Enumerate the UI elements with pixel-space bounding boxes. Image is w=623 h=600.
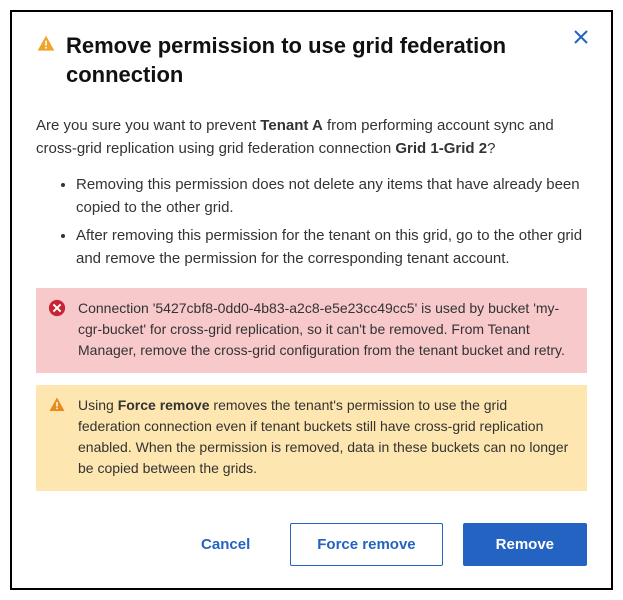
warning-prefix: Using	[78, 397, 118, 413]
warning-triangle-icon	[36, 34, 56, 59]
confirm-tenant: Tenant A	[260, 117, 323, 134]
dialog-title: Remove permission to use grid federation…	[66, 32, 557, 89]
info-bullets: Removing this permission does not delete…	[36, 174, 587, 270]
confirm-prefix: Are you sure you want to prevent	[36, 117, 260, 134]
close-icon	[573, 29, 589, 48]
warning-alert: Using Force remove removes the tenant's …	[36, 385, 587, 491]
remove-permission-dialog: Remove permission to use grid federation…	[10, 10, 613, 590]
error-alert-text: Connection '5427cbf8-0dd0-4b83-a2c8-e5e2…	[78, 298, 573, 361]
confirm-text: Are you sure you want to prevent Tenant …	[36, 115, 587, 160]
list-item: After removing this permission for the t…	[76, 225, 587, 270]
cancel-button[interactable]: Cancel	[181, 524, 270, 565]
error-circle-icon	[48, 299, 66, 361]
dialog-title-wrap: Remove permission to use grid federation…	[36, 32, 587, 89]
warning-alert-text: Using Force remove removes the tenant's …	[78, 395, 573, 479]
confirm-suffix: ?	[487, 140, 495, 157]
close-button[interactable]	[569, 26, 593, 50]
dialog-header: Remove permission to use grid federation…	[36, 32, 587, 89]
error-alert: Connection '5427cbf8-0dd0-4b83-a2c8-e5e2…	[36, 288, 587, 373]
confirm-connection: Grid 1-Grid 2	[395, 140, 487, 157]
dialog-actions: Cancel Force remove Remove	[36, 523, 587, 566]
force-remove-button[interactable]: Force remove	[290, 523, 442, 566]
remove-button[interactable]: Remove	[463, 523, 587, 566]
warning-triangle-icon	[48, 396, 66, 479]
list-item: Removing this permission does not delete…	[76, 174, 587, 219]
warning-bold: Force remove	[118, 397, 210, 413]
